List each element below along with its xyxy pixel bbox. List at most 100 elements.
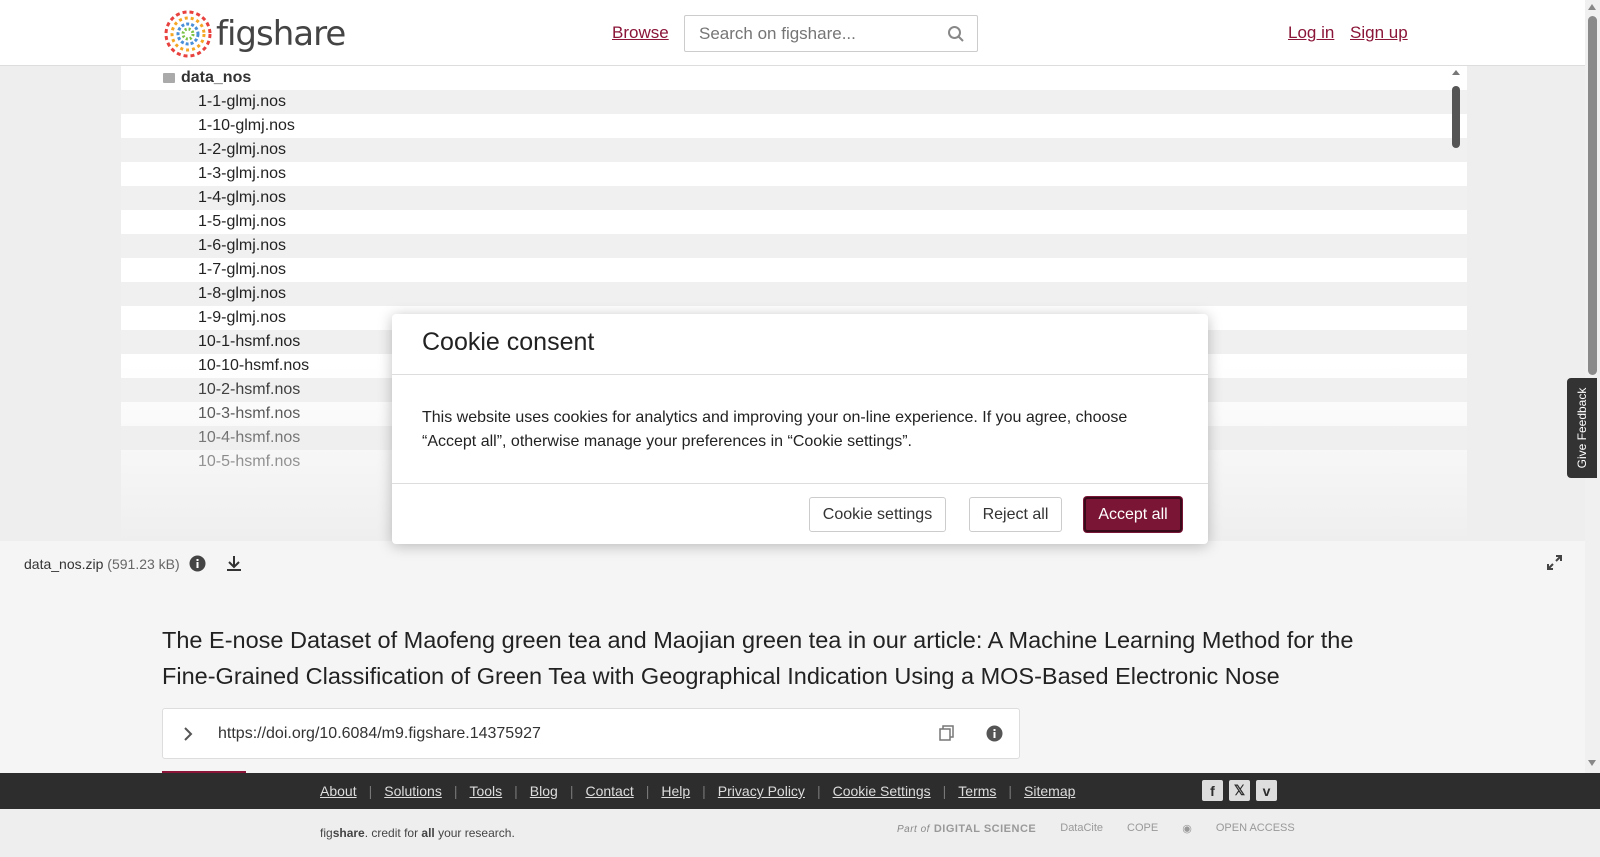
- tree-file-row[interactable]: 1-10-glmj.nos: [121, 114, 1467, 138]
- logo-text: figshare: [216, 14, 346, 54]
- copy-icon[interactable]: [938, 725, 955, 742]
- signup-link[interactable]: Sign up: [1350, 23, 1408, 43]
- tree-file-label: 10-10-hsmf.nos: [198, 357, 310, 374]
- footer-link-blog[interactable]: Blog: [530, 783, 558, 799]
- file-name: data_nos.zip (591.23 kB): [24, 556, 180, 572]
- tree-file-label: 1-7-glmj.nos: [198, 261, 287, 278]
- login-link[interactable]: Log in: [1288, 23, 1334, 43]
- reject-all-button[interactable]: Reject all: [969, 497, 1062, 532]
- cope-logo[interactable]: COPE: [1127, 822, 1158, 834]
- tree-file-label: 10-1-hsmf.nos: [198, 333, 301, 350]
- tree-file-label: 10-4-hsmf.nos: [198, 429, 301, 446]
- footer-separator: |: [645, 783, 650, 799]
- open-access-logo[interactable]: OPEN ACCESS: [1216, 822, 1295, 834]
- facebook-icon[interactable]: f: [1202, 780, 1223, 801]
- scroll-up-arrow-icon[interactable]: [1452, 70, 1460, 75]
- tree-scroll-thumb[interactable]: [1452, 86, 1460, 148]
- footer-separator: |: [514, 783, 518, 799]
- figshare-logo-icon: [164, 10, 212, 58]
- file-name-text: data_nos.zip: [24, 556, 104, 572]
- footer-separator: |: [816, 783, 821, 799]
- feedback-label: Give Feedback: [1575, 387, 1589, 469]
- footer-separator: |: [942, 783, 947, 799]
- footer-link-sitemap[interactable]: Sitemap: [1024, 783, 1075, 799]
- tree-file-label: 10-5-hsmf.nos: [198, 453, 301, 470]
- footer-link-privacy-policy[interactable]: Privacy Policy: [718, 783, 805, 799]
- tree-file-row[interactable]: 1-8-glmj.nos: [121, 282, 1467, 306]
- tree-file-label: 10-2-hsmf.nos: [198, 381, 301, 398]
- footer-link-help[interactable]: Help: [661, 783, 690, 799]
- footer-link-about[interactable]: About: [320, 783, 357, 799]
- page-scroll-down-icon[interactable]: [1588, 760, 1596, 766]
- item-title: The E-nose Dataset of Maofeng green tea …: [162, 627, 1354, 689]
- dialog-title: Cookie consent: [422, 328, 595, 356]
- digital-science-logo[interactable]: Part of DIGITAL SCIENCE: [897, 821, 1036, 835]
- vimeo-icon[interactable]: v: [1256, 780, 1277, 801]
- dialog-body: This website uses cookies for analytics …: [392, 375, 1208, 484]
- tree-scrollbar[interactable]: [1450, 70, 1462, 540]
- fullscreen-icon[interactable]: [1547, 555, 1562, 570]
- tree-file-label: 1-1-glmj.nos: [198, 93, 287, 110]
- search-icon[interactable]: [947, 25, 965, 43]
- give-feedback-tab[interactable]: Give Feedback: [1567, 378, 1597, 478]
- tree-file-row[interactable]: 1-1-glmj.nos: [121, 90, 1467, 114]
- tree-root-folder[interactable]: data_nos: [121, 66, 1467, 90]
- footer-link-solutions[interactable]: Solutions: [384, 783, 442, 799]
- footer-tagline: figshare. credit for all your research.: [320, 826, 515, 840]
- page-scroll-thumb[interactable]: [1588, 16, 1597, 375]
- tree-file-label: 1-9-glmj.nos: [198, 309, 287, 326]
- dialog-footer: Cookie settings Reject all Accept all: [392, 484, 1208, 544]
- accept-all-button[interactable]: Accept all: [1084, 497, 1182, 532]
- tree-file-label: 1-10-glmj.nos: [198, 117, 295, 134]
- tree-file-row[interactable]: 1-5-glmj.nos: [121, 210, 1467, 234]
- footer-separator: |: [453, 783, 458, 799]
- tree-file-label: 1-5-glmj.nos: [198, 213, 287, 230]
- social-links: f 𝕏 v: [1202, 780, 1277, 801]
- tree-file-label: 1-8-glmj.nos: [198, 285, 287, 302]
- doi-link[interactable]: https://doi.org/10.6084/m9.figshare.1437…: [218, 725, 541, 743]
- download-icon[interactable]: [225, 554, 243, 572]
- search-box: [684, 15, 978, 52]
- cookie-consent-dialog: Cookie consent This website uses cookies…: [392, 314, 1208, 544]
- file-size: (591.23 kB): [107, 556, 180, 572]
- folder-icon: [163, 73, 175, 83]
- figshare-logo[interactable]: figshare: [162, 8, 346, 60]
- doi-info-icon[interactable]: [986, 725, 1003, 742]
- footer-nav: About | Solutions | Tools | Blog | Contact | Help |…: [320, 783, 1075, 799]
- datacite-logo[interactable]: DataCite: [1060, 822, 1103, 834]
- tree-file-row[interactable]: 1-4-glmj.nos: [121, 186, 1467, 210]
- x-icon[interactable]: 𝕏: [1229, 780, 1250, 801]
- search-input[interactable]: [685, 16, 925, 51]
- tree-file-label: 1-6-glmj.nos: [198, 237, 287, 254]
- dialog-header: Cookie consent: [392, 314, 1208, 375]
- browse-link[interactable]: Browse: [612, 23, 669, 43]
- tree-file-label: 1-2-glmj.nos: [198, 141, 287, 158]
- cookie-settings-button[interactable]: Cookie settings: [809, 497, 946, 532]
- tree-file-row[interactable]: 1-2-glmj.nos: [121, 138, 1467, 162]
- site-header: figshare Browse Log in Sign up: [0, 0, 1585, 66]
- tree-file-label: 10-3-hsmf.nos: [198, 405, 301, 422]
- file-bar: data_nos.zip (591.23 kB): [0, 541, 1585, 583]
- tree-file-row[interactable]: 1-6-glmj.nos: [121, 234, 1467, 258]
- footer-separator: |: [368, 783, 373, 799]
- footer-separator: |: [1008, 783, 1013, 799]
- footer-link-cookie-settings[interactable]: Cookie Settings: [833, 783, 931, 799]
- page-scroll-up-icon[interactable]: [1588, 4, 1596, 10]
- doi-box: https://doi.org/10.6084/m9.figshare.1437…: [162, 708, 1020, 759]
- footer-link-terms[interactable]: Terms: [958, 783, 996, 799]
- tree-file-label: 1-3-glmj.nos: [198, 165, 287, 182]
- footer-links-bar: About | Solutions | Tools | Blog | Contact | Help |…: [0, 773, 1600, 809]
- footer-separator: |: [569, 783, 574, 799]
- chevron-right-icon[interactable]: [179, 725, 197, 743]
- partner-logos: Part of DIGITAL SCIENCE DataCite COPE ◉ …: [897, 821, 1295, 835]
- footer-link-contact[interactable]: Contact: [585, 783, 633, 799]
- footer-bottom: figshare. credit for all your research. …: [0, 809, 1600, 857]
- tree-file-row[interactable]: 1-7-glmj.nos: [121, 258, 1467, 282]
- footer-separator: |: [702, 783, 706, 799]
- globe-logo-icon[interactable]: ◉: [1182, 822, 1192, 835]
- footer-link-tools[interactable]: Tools: [469, 783, 502, 799]
- tree-file-row[interactable]: 1-3-glmj.nos: [121, 162, 1467, 186]
- file-info-icon[interactable]: [189, 555, 206, 572]
- tree-root-label: data_nos: [181, 69, 252, 86]
- tree-file-label: 1-4-glmj.nos: [198, 189, 287, 206]
